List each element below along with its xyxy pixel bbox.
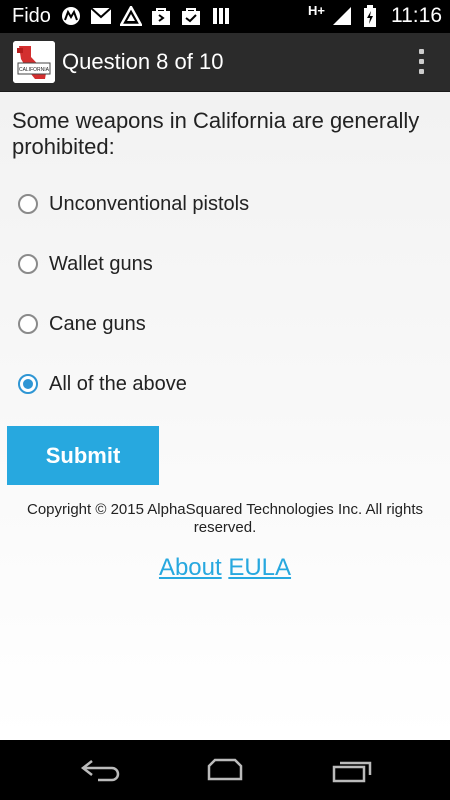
eula-link[interactable]: EULA xyxy=(228,554,291,581)
option-label: Unconventional pistols xyxy=(49,192,250,215)
copyright-text: Copyright © 2015 AlphaSquared Technologi… xyxy=(26,501,424,536)
radio-button-checked[interactable] xyxy=(18,374,38,394)
option-wallet-guns[interactable]: Wallet guns xyxy=(18,244,153,284)
footer-links: About EULA xyxy=(0,554,450,582)
option-all-of-the-above[interactable]: All of the above xyxy=(18,364,187,404)
bag-icon xyxy=(150,6,172,26)
recent-apps-icon[interactable] xyxy=(327,752,377,788)
status-right: H+ 11:16 xyxy=(308,2,442,28)
page-title: Question 8 of 10 xyxy=(62,49,224,74)
submit-button[interactable]: Submit xyxy=(7,426,159,485)
back-icon[interactable] xyxy=(75,752,125,788)
motorola-icon xyxy=(60,6,82,26)
home-icon[interactable] xyxy=(200,752,250,788)
option-unconventional-pistols[interactable]: Unconventional pistols xyxy=(18,184,249,224)
status-bar: Fido H+ 11:16 xyxy=(0,0,450,33)
question-text: Some weapons in California are generally… xyxy=(12,108,420,159)
option-label: Cane guns xyxy=(49,312,146,335)
radio-button[interactable] xyxy=(18,314,38,334)
app-icon xyxy=(120,6,142,26)
radio-button[interactable] xyxy=(18,194,38,214)
bag-check-icon xyxy=(180,6,202,26)
signal-icon xyxy=(331,6,353,26)
clock: 11:16 xyxy=(391,4,442,27)
carrier-label: Fido xyxy=(12,5,51,27)
action-bar: CALIFORNIA Question 8 of 10 xyxy=(0,33,450,92)
option-label: All of the above xyxy=(49,372,187,395)
about-link[interactable]: About xyxy=(159,554,222,581)
option-label: Wallet guns xyxy=(49,252,153,275)
gmail-icon xyxy=(90,6,112,26)
navigation-bar xyxy=(0,740,450,800)
network-type: H+ xyxy=(308,2,325,18)
radio-button[interactable] xyxy=(18,254,38,274)
option-cane-guns[interactable]: Cane guns xyxy=(18,304,146,344)
svg-text:CALIFORNIA: CALIFORNIA xyxy=(19,67,50,73)
overflow-menu-icon[interactable] xyxy=(414,47,428,77)
app-logo[interactable]: CALIFORNIA xyxy=(13,41,55,83)
notification-icons xyxy=(60,6,232,26)
battery-icon xyxy=(359,5,381,27)
vibrate-icon xyxy=(210,6,232,26)
quiz-content: Some weapons in California are generally… xyxy=(0,92,450,740)
